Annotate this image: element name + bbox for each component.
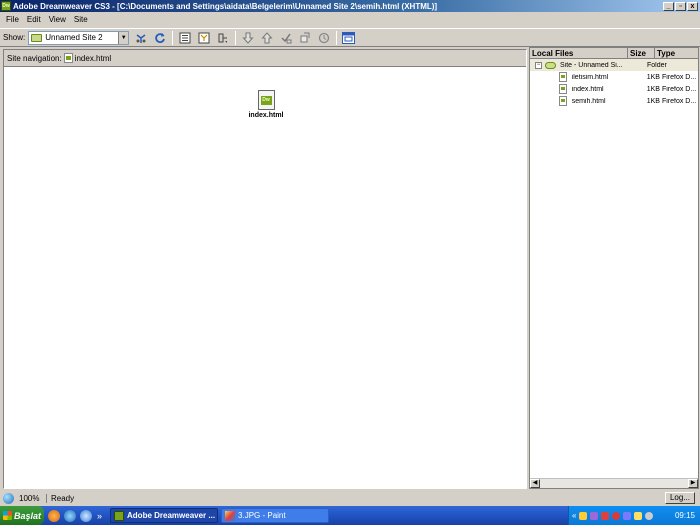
dreamweaver-app-icon: Dw (1, 1, 11, 11)
file-tree: − Site - Unnamed Si... Folder iletisim.h… (530, 59, 698, 107)
site-folder-icon (31, 33, 43, 42)
quick-launch-overflow[interactable]: » (97, 511, 102, 521)
task-label: 3.JPG - Paint (238, 511, 286, 520)
html-file-icon (63, 53, 73, 63)
file-size: 1KB (646, 97, 660, 105)
file-size: 1KB (646, 73, 660, 81)
horizontal-scrollbar[interactable]: ◀ ▶ (530, 478, 698, 488)
tray-star-icon[interactable] (634, 511, 643, 520)
close-button[interactable]: x (687, 1, 698, 11)
scroll-right-icon[interactable]: ▶ (688, 479, 698, 488)
menu-site[interactable]: Site (70, 15, 92, 24)
site-navigation-label: Site navigation: (7, 53, 62, 63)
toolbar-separator (172, 30, 174, 45)
menu-edit[interactable]: Edit (23, 15, 45, 24)
file-type: Folder (647, 61, 667, 69)
file-size: 1KB (646, 85, 660, 93)
internet-explorer-icon[interactable] (64, 509, 76, 522)
get-icon[interactable] (240, 30, 255, 45)
clock: 09:15 (674, 511, 695, 520)
local-files-header: Local Files Size Type (530, 48, 698, 59)
site-icon (545, 61, 556, 69)
check-out-icon[interactable] (278, 30, 293, 45)
menu-file[interactable]: File (2, 15, 23, 24)
globe-icon (3, 492, 14, 504)
site-navigation-file[interactable]: index.html (75, 54, 111, 63)
tray-shield-icon[interactable] (612, 511, 621, 520)
status-text: Ready (51, 493, 75, 503)
home-page-node[interactable]: index.html (246, 90, 286, 119)
menu-bar: File Edit View Site (0, 13, 700, 25)
tray-antivirus-icon[interactable] (601, 511, 610, 520)
expand-panel-icon[interactable] (341, 30, 356, 45)
task-dreamweaver[interactable]: Adobe Dreamweaver ... (110, 508, 219, 523)
file-type: Firefox D... (661, 73, 697, 81)
tray-network-icon[interactable] (590, 511, 599, 520)
sync-icon[interactable] (316, 30, 331, 45)
table-row[interactable]: iletisim.html 1KB Firefox D... (530, 71, 698, 83)
column-header-size[interactable]: Size (628, 48, 655, 58)
file-name: iletisim.html (571, 73, 609, 81)
column-header-local-files[interactable]: Local Files (530, 48, 628, 58)
site-map-panel: Site navigation: index.html index.html (3, 49, 527, 489)
site-navigation-bar: Site navigation: index.html (4, 50, 526, 67)
html-file-icon (559, 72, 567, 82)
site-map-icon[interactable] (196, 30, 211, 45)
dreamweaver-task-icon (114, 510, 125, 521)
local-files-panel: Local Files Size Type − Site - Unnamed S… (529, 47, 699, 489)
toolbar-separator (336, 30, 338, 45)
zoom-level: 100% (17, 493, 47, 503)
html-file-icon (559, 96, 567, 106)
connect-icon[interactable] (133, 30, 148, 45)
taskbar: Başlat » Adobe Dreamweaver ... 3.JPG - P… (0, 506, 700, 525)
task-label: Adobe Dreamweaver ... (127, 511, 216, 520)
status-bar: 100% Ready Log... (0, 491, 700, 505)
firefox-icon[interactable] (48, 509, 60, 522)
site-toolbar: Show: Unnamed Site 2 ▼ (0, 28, 700, 47)
site-files-icon[interactable] (177, 30, 192, 45)
system-tray: « 09:15 (568, 506, 700, 525)
table-row[interactable]: semih.html 1KB Firefox D... (530, 95, 698, 107)
tray-alert-icon[interactable] (579, 511, 588, 520)
tray-volume-icon[interactable] (645, 511, 654, 520)
start-label: Başlat (14, 510, 42, 521)
table-row[interactable]: index.html 1KB Firefox D... (530, 83, 698, 95)
windows-flag-icon (3, 511, 12, 520)
show-label: Show: (3, 33, 26, 42)
chevron-down-icon[interactable]: ▼ (118, 31, 129, 44)
file-type: Firefox D... (661, 85, 697, 93)
title-bar: Dw Adobe Dreamweaver CS3 - [C:\Documents… (0, 0, 700, 12)
toolbar-separator (235, 30, 237, 45)
tray-monitor-icon[interactable] (623, 511, 632, 520)
collapse-icon[interactable]: − (535, 61, 542, 69)
expand-icon[interactable] (215, 30, 230, 45)
start-button[interactable]: Başlat (0, 506, 44, 525)
dreamweaver-file-icon (257, 90, 275, 110)
file-type: Firefox D... (661, 97, 697, 105)
menu-view[interactable]: View (45, 15, 70, 24)
file-name: index.html (571, 85, 604, 93)
scroll-left-icon[interactable]: ◀ (530, 479, 540, 488)
desktop-icon[interactable] (80, 509, 92, 522)
tree-row-site-root[interactable]: − Site - Unnamed Si... Folder (530, 59, 698, 71)
refresh-icon[interactable] (152, 30, 167, 45)
paint-task-icon (225, 510, 236, 521)
put-icon[interactable] (259, 30, 274, 45)
tray-expand-button[interactable]: « (572, 511, 576, 520)
check-in-icon[interactable] (297, 30, 312, 45)
window-title: Adobe Dreamweaver CS3 - [C:\Documents an… (13, 1, 438, 11)
file-name: semih.html (571, 97, 606, 105)
home-page-label: index.html (248, 112, 284, 119)
log-button[interactable]: Log... (665, 492, 695, 504)
file-name: Site - Unnamed Si... (560, 61, 623, 69)
site-select-value: Unnamed Site 2 (45, 33, 103, 42)
html-file-icon (559, 84, 567, 94)
column-header-type[interactable]: Type (655, 48, 698, 58)
minimize-button[interactable]: _ (663, 1, 674, 11)
maximize-button[interactable]: ▫ (675, 1, 686, 11)
site-select[interactable]: Unnamed Site 2 ▼ (28, 30, 130, 45)
task-paint[interactable]: 3.JPG - Paint (221, 508, 330, 523)
